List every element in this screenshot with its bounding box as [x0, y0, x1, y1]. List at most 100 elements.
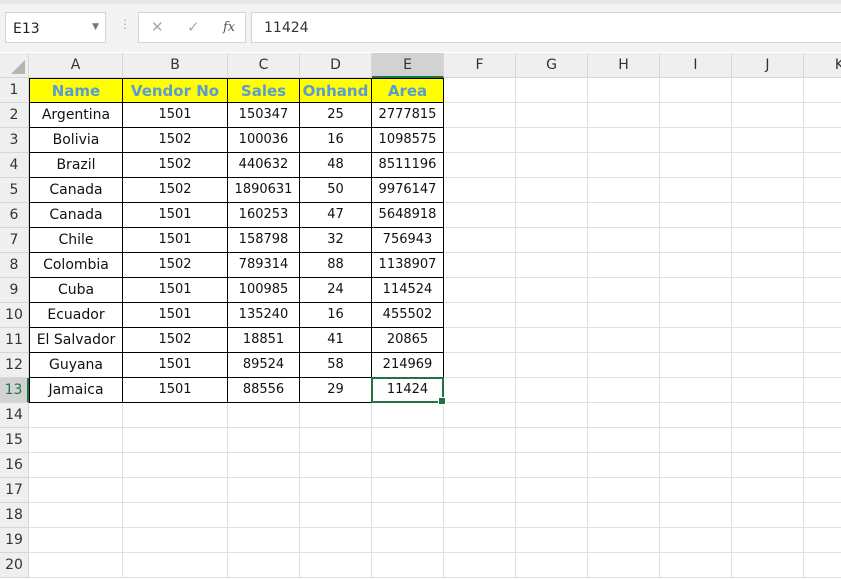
cell-A3[interactable]: Bolivia [29, 128, 123, 153]
cell-F20[interactable] [444, 553, 516, 578]
row-header-4[interactable]: 4 [0, 153, 29, 178]
cell-A20[interactable] [29, 553, 123, 578]
row-header-17[interactable]: 17 [0, 478, 29, 503]
cell-G2[interactable] [516, 103, 588, 128]
row-header-19[interactable]: 19 [0, 528, 29, 553]
cell-J7[interactable] [732, 228, 804, 253]
cell-D4[interactable]: 48 [300, 153, 372, 178]
cell-F11[interactable] [444, 328, 516, 353]
cell-H18[interactable] [588, 503, 660, 528]
cell-F12[interactable] [444, 353, 516, 378]
cell-A5[interactable]: Canada [29, 178, 123, 203]
cell-B17[interactable] [123, 478, 228, 503]
cell-H3[interactable] [588, 128, 660, 153]
cell-H9[interactable] [588, 278, 660, 303]
cell-K11[interactable] [804, 328, 841, 353]
check-icon[interactable]: ✓ [187, 18, 200, 36]
cell-A15[interactable] [29, 428, 123, 453]
cell-I6[interactable] [660, 203, 732, 228]
column-header-J[interactable]: J [732, 53, 804, 78]
cell-I7[interactable] [660, 228, 732, 253]
cell-I2[interactable] [660, 103, 732, 128]
cell-G12[interactable] [516, 353, 588, 378]
cell-H4[interactable] [588, 153, 660, 178]
cell-I3[interactable] [660, 128, 732, 153]
cell-J13[interactable] [732, 378, 804, 403]
column-header-G[interactable]: G [516, 53, 588, 78]
row-header-15[interactable]: 15 [0, 428, 29, 453]
cell-J8[interactable] [732, 253, 804, 278]
row-header-1[interactable]: 1 [0, 78, 29, 103]
cell-B20[interactable] [123, 553, 228, 578]
cell-I5[interactable] [660, 178, 732, 203]
cell-E8[interactable]: 1138907 [372, 253, 444, 278]
cell-D19[interactable] [300, 528, 372, 553]
cell-C3[interactable]: 100036 [228, 128, 300, 153]
cell-K10[interactable] [804, 303, 841, 328]
cell-C13[interactable]: 88556 [228, 378, 300, 403]
cell-I14[interactable] [660, 403, 732, 428]
cell-H17[interactable] [588, 478, 660, 503]
cell-B8[interactable]: 1502 [123, 253, 228, 278]
cell-J1[interactable] [732, 78, 804, 103]
cell-B18[interactable] [123, 503, 228, 528]
cell-F2[interactable] [444, 103, 516, 128]
cell-K14[interactable] [804, 403, 841, 428]
cell-K3[interactable] [804, 128, 841, 153]
row-header-2[interactable]: 2 [0, 103, 29, 128]
cell-G1[interactable] [516, 78, 588, 103]
cell-F8[interactable] [444, 253, 516, 278]
cell-E20[interactable] [372, 553, 444, 578]
cell-D18[interactable] [300, 503, 372, 528]
cell-J9[interactable] [732, 278, 804, 303]
cell-G3[interactable] [516, 128, 588, 153]
cell-E15[interactable] [372, 428, 444, 453]
cell-I8[interactable] [660, 253, 732, 278]
cell-E18[interactable] [372, 503, 444, 528]
cell-A2[interactable]: Argentina [29, 103, 123, 128]
cell-H8[interactable] [588, 253, 660, 278]
cell-E7[interactable]: 756943 [372, 228, 444, 253]
column-header-K[interactable]: K [804, 53, 841, 78]
cell-C5[interactable]: 1890631 [228, 178, 300, 203]
cell-C17[interactable] [228, 478, 300, 503]
cell-C9[interactable]: 100985 [228, 278, 300, 303]
cell-G4[interactable] [516, 153, 588, 178]
cell-B9[interactable]: 1501 [123, 278, 228, 303]
cell-F9[interactable] [444, 278, 516, 303]
cell-K2[interactable] [804, 103, 841, 128]
cell-C11[interactable]: 18851 [228, 328, 300, 353]
fx-icon[interactable]: fx [223, 20, 235, 35]
cell-G5[interactable] [516, 178, 588, 203]
cell-I17[interactable] [660, 478, 732, 503]
cell-D13[interactable]: 29 [300, 378, 372, 403]
cell-H5[interactable] [588, 178, 660, 203]
cell-I15[interactable] [660, 428, 732, 453]
cell-E3[interactable]: 1098575 [372, 128, 444, 153]
cell-G16[interactable] [516, 453, 588, 478]
cell-C14[interactable] [228, 403, 300, 428]
cell-I20[interactable] [660, 553, 732, 578]
cell-G18[interactable] [516, 503, 588, 528]
cell-K17[interactable] [804, 478, 841, 503]
row-header-5[interactable]: 5 [0, 178, 29, 203]
cell-G14[interactable] [516, 403, 588, 428]
cell-K9[interactable] [804, 278, 841, 303]
cell-D3[interactable]: 16 [300, 128, 372, 153]
cell-A17[interactable] [29, 478, 123, 503]
cell-K7[interactable] [804, 228, 841, 253]
cell-K5[interactable] [804, 178, 841, 203]
cell-H16[interactable] [588, 453, 660, 478]
row-header-11[interactable]: 11 [0, 328, 29, 353]
cell-A13[interactable]: Jamaica [29, 378, 123, 403]
cell-C15[interactable] [228, 428, 300, 453]
cell-J2[interactable] [732, 103, 804, 128]
cell-D9[interactable]: 24 [300, 278, 372, 303]
column-header-A[interactable]: A [29, 53, 123, 78]
cell-J18[interactable] [732, 503, 804, 528]
cell-B12[interactable]: 1501 [123, 353, 228, 378]
cell-B15[interactable] [123, 428, 228, 453]
cell-E11[interactable]: 20865 [372, 328, 444, 353]
cell-E16[interactable] [372, 453, 444, 478]
cell-B6[interactable]: 1501 [123, 203, 228, 228]
